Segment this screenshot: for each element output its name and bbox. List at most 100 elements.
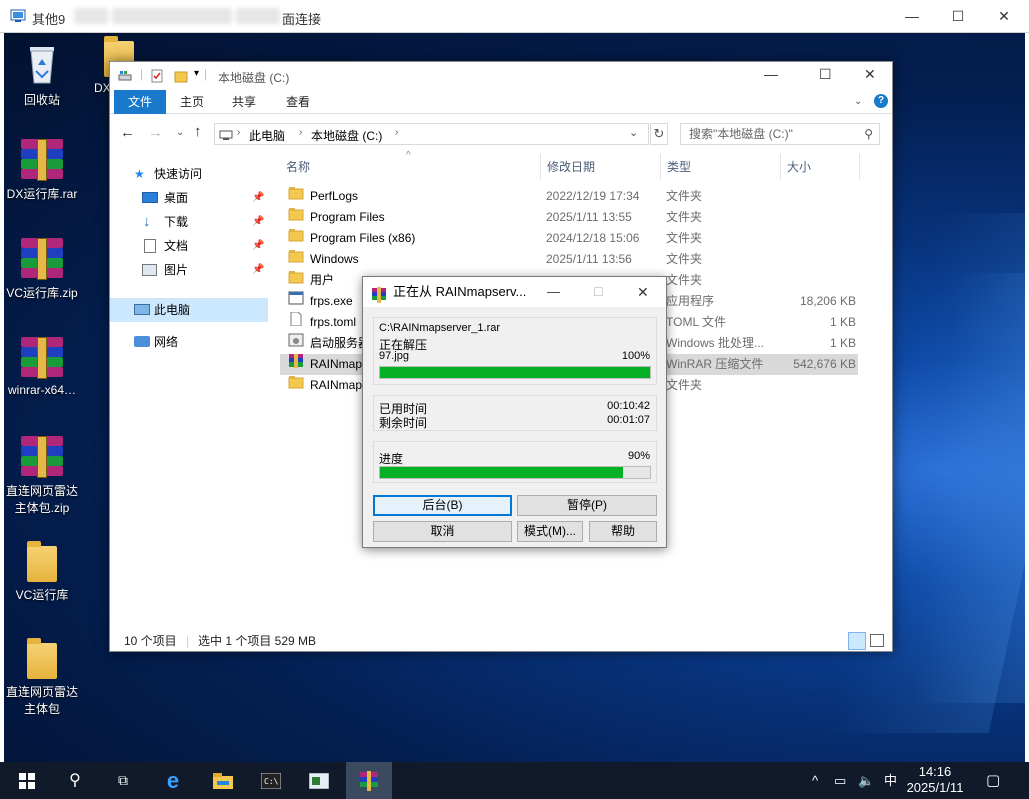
total-progress-group: 进度 90% [373, 441, 657, 483]
nav-item-desktop[interactable]: 桌面 📌 [110, 186, 268, 210]
table-row[interactable]: Program Files 2025/1/11 13:55 文件夹 [280, 207, 858, 228]
winrar-archive-icon [19, 139, 65, 181]
pin-icon[interactable]: 📌 [252, 234, 264, 258]
nav-quick-access[interactable]: ★ 快速访问 [110, 162, 268, 186]
tab-file[interactable]: 文件 [114, 90, 166, 114]
folder-icon [288, 270, 304, 284]
tab-view[interactable]: 查看 [274, 90, 322, 114]
rdp-minimize-button[interactable]: — [889, 0, 935, 32]
winrar-progress-dialog: 正在从 RAINmapserv... — ☐ ✕ C:\RAINmapserve… [362, 276, 667, 548]
cell-date: 2025/1/11 13:56 [546, 252, 632, 266]
status-bar: 10 个项目 | 选中 1 个项目 529 MB [110, 630, 892, 652]
breadcrumb-this-pc[interactable]: 此电脑 [249, 127, 285, 144]
rdp-close-button[interactable]: ✕ [981, 0, 1027, 32]
back-arrow-icon[interactable]: ← [120, 124, 135, 141]
help-button[interactable]: 帮助 [589, 521, 657, 542]
mode-button[interactable]: 模式(M)... [517, 521, 583, 542]
dialog-minimize-button[interactable]: — [547, 277, 560, 307]
rdp-title-left: 其他9 [32, 12, 66, 27]
folder-icon [288, 186, 304, 200]
column-date[interactable]: 修改日期 [540, 154, 595, 180]
start-button[interactable] [4, 762, 50, 799]
clock[interactable]: 14:16 2025/1/11 [902, 762, 968, 799]
server-manager-taskbar-icon[interactable] [296, 762, 342, 799]
desktop-icon-dx-rar[interactable]: DX运行库.rar [4, 139, 82, 202]
cmd-taskbar-icon[interactable]: C:\ [248, 762, 294, 799]
winrar-archive-icon [288, 354, 304, 368]
properties-icon[interactable] [150, 69, 164, 83]
network-tray-icon[interactable]: ▭ [834, 762, 846, 799]
time-group: 已用时间 00:10:42 剩余时间 00:01:07 [373, 395, 657, 431]
table-row[interactable]: Program Files (x86) 2024/12/18 15:06 文件夹 [280, 228, 858, 249]
pin-icon[interactable]: 📌 [252, 258, 264, 282]
folder-icon [288, 228, 304, 242]
desktop-icon-label: VC运行库 [15, 588, 69, 602]
desktop-icon-winrar[interactable]: winrar-x64… [4, 337, 82, 397]
address-dropdown-icon[interactable]: ⌄ [629, 126, 638, 139]
minimize-button[interactable]: — [764, 66, 778, 82]
column-name[interactable]: 名称 [286, 154, 310, 180]
desktop-icon-label: 直连网页雷达 [5, 685, 78, 699]
refresh-icon[interactable]: ↻ [650, 123, 668, 145]
total-progress-bar [379, 466, 651, 479]
new-folder-icon[interactable] [174, 69, 188, 83]
nav-network[interactable]: 网络 [110, 330, 268, 354]
desktop-icon-radar-folder[interactable]: 直连网页雷达 主体包 [4, 635, 82, 717]
dialog-close-button[interactable]: ✕ [637, 277, 649, 307]
close-button[interactable]: ✕ [864, 66, 876, 83]
rdp-maximize-button[interactable]: ☐ [935, 0, 981, 32]
column-type[interactable]: 类型 [660, 154, 691, 180]
qat-dropdown-icon[interactable]: ▾ [194, 68, 199, 79]
dialog-title: 正在从 RAINmapserv... [393, 284, 527, 299]
large-icons-view-icon[interactable] [870, 634, 884, 647]
task-view-icon[interactable]: ⧉ [100, 762, 146, 799]
explorer-title: 本地磁盘 (C:) [218, 71, 290, 85]
cell-size: 542,676 KB [793, 357, 856, 371]
tray-overflow-icon[interactable]: ^ [812, 762, 818, 799]
winrar-archive-icon [19, 436, 65, 478]
notification-icon[interactable]: ▢ [986, 762, 1000, 799]
up-arrow-icon[interactable]: ↑ [194, 123, 202, 140]
table-row[interactable]: Windows 2025/1/11 13:56 文件夹 [280, 249, 858, 270]
nav-item-pictures[interactable]: 图片 📌 [110, 258, 268, 282]
clock-time: 14:16 [918, 764, 952, 779]
ie-icon[interactable]: e [150, 762, 196, 799]
desktop-icon-radar-zip[interactable]: 直连网页雷达 主体包.zip [4, 436, 82, 516]
pin-icon[interactable]: 📌 [252, 210, 264, 234]
nav-this-pc[interactable]: 此电脑 [110, 298, 268, 322]
details-view-icon[interactable] [848, 632, 866, 650]
help-icon[interactable]: ? [874, 94, 888, 108]
pause-button[interactable]: 暂停(P) [517, 495, 657, 516]
table-row[interactable]: PerfLogs 2022/12/19 17:34 文件夹 [280, 186, 858, 207]
cell-type: 文件夹 [666, 378, 703, 392]
cancel-button[interactable]: 取消 [373, 521, 512, 542]
nav-item-documents[interactable]: 文档 📌 [110, 234, 268, 258]
ime-indicator[interactable]: 中 [884, 762, 897, 799]
desktop-icon-label: VC运行库.zip [6, 286, 78, 300]
desktop-icon-recycle-bin[interactable]: 回收站 [4, 41, 82, 108]
address-bar[interactable]: › 此电脑 › 本地磁盘 (C:) › ⌄ [214, 123, 649, 145]
nav-item-downloads[interactable]: ↓ 下载 📌 [110, 210, 268, 234]
maximize-button[interactable]: ☐ [819, 66, 832, 83]
desktop-icon-vc-zip[interactable]: VC运行库.zip [4, 238, 82, 301]
background-button[interactable]: 后台(B) [373, 495, 512, 516]
winrar-taskbar-icon[interactable] [346, 762, 392, 799]
document-icon [144, 239, 156, 253]
cell-type: 文件夹 [666, 231, 703, 245]
recent-locations-icon[interactable]: ⌄ [176, 127, 184, 138]
search-taskbar-icon[interactable]: ⚲ [52, 762, 98, 799]
tab-share[interactable]: 共享 [220, 90, 268, 114]
tab-home[interactable]: 主页 [168, 90, 216, 114]
this-pc-icon [219, 129, 233, 140]
pin-icon[interactable]: 📌 [252, 186, 264, 210]
ribbon-expand-icon[interactable]: ⌄ [854, 96, 862, 107]
forward-arrow-icon[interactable]: → [148, 124, 163, 141]
breadcrumb-drive[interactable]: 本地磁盘 (C:) [311, 127, 382, 144]
search-input[interactable]: 搜索"本地磁盘 (C:)" ⚲ [680, 123, 880, 145]
cell-type: Windows 批处理... [666, 336, 765, 350]
file-explorer-taskbar-icon[interactable] [200, 762, 246, 799]
volume-tray-icon[interactable]: 🔈 [858, 762, 874, 799]
column-size[interactable]: 大小 [780, 154, 860, 180]
desktop-icon-label: winrar-x64… [7, 383, 76, 397]
desktop-icon-vc-folder[interactable]: VC运行库 [4, 538, 82, 603]
